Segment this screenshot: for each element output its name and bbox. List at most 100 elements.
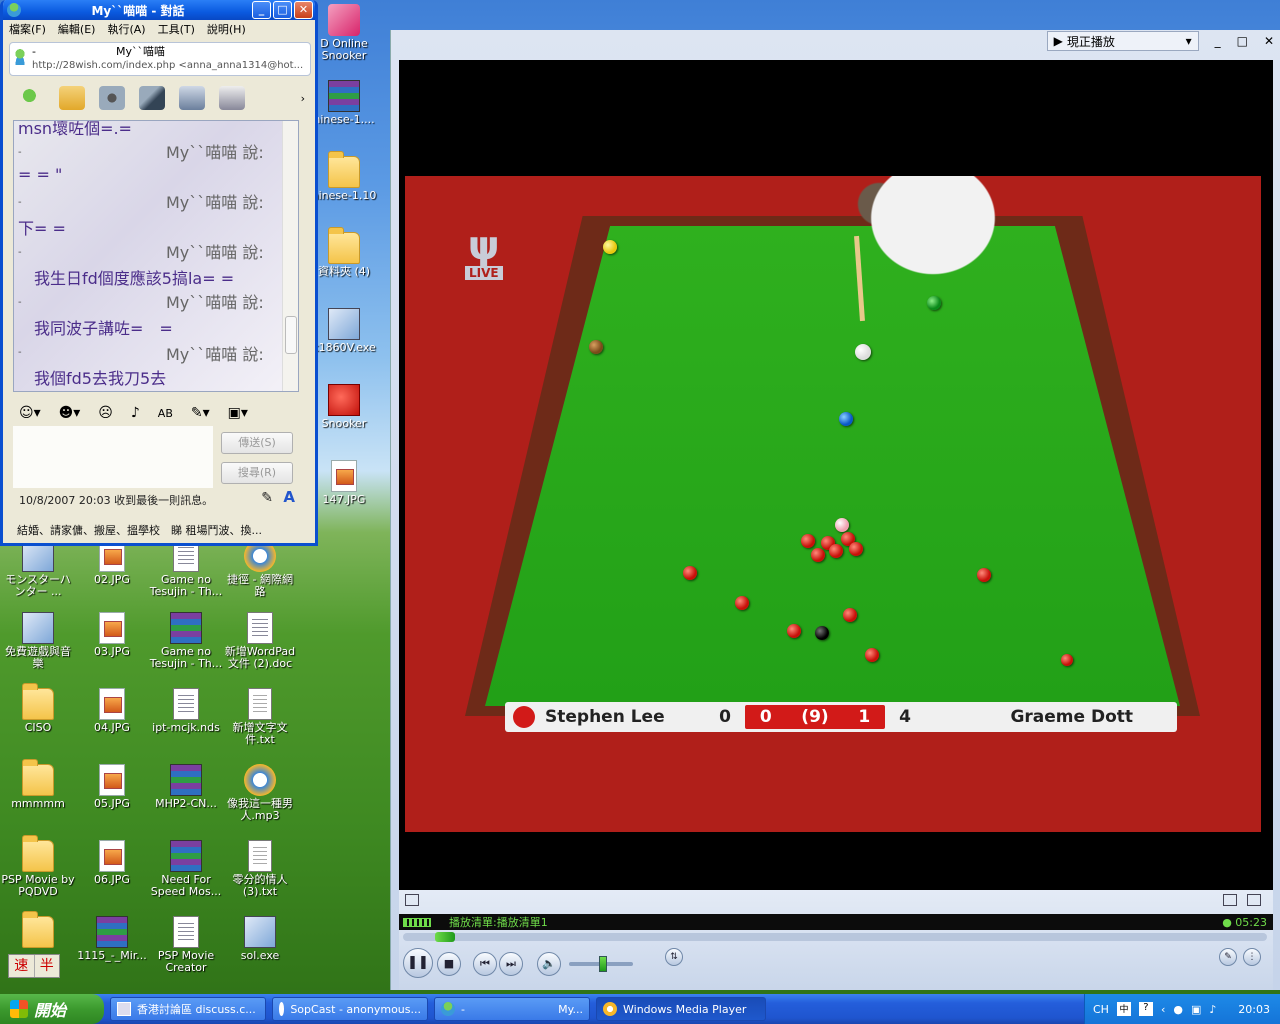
desktop-icon-game-no-tesujin-nds[interactable]: Game no Tesujin - Th... bbox=[148, 540, 224, 598]
desktop-icon-psp-movie-creator[interactable]: PSP Movie Creator bbox=[148, 916, 224, 974]
pink-ball bbox=[835, 518, 849, 532]
scrollbar-thumb[interactable] bbox=[285, 316, 297, 354]
wink-icon[interactable]: ☻▾ bbox=[59, 405, 81, 421]
stop-button[interactable]: ■ bbox=[437, 952, 461, 976]
mute-button[interactable]: 🔈 bbox=[537, 952, 561, 976]
winrar-archive-icon bbox=[96, 916, 128, 948]
language-indicator[interactable]: CH bbox=[1093, 1003, 1109, 1016]
help-icon[interactable]: ? bbox=[1138, 1002, 1153, 1016]
start-button[interactable]: 開始 bbox=[0, 994, 104, 1024]
taskbar-item-sopcast[interactable]: SopCast - anonymous... bbox=[272, 997, 428, 1021]
desktop-icon-06-jpg[interactable]: 06.JPG bbox=[74, 840, 150, 886]
conversation-history[interactable]: msn壞咗個=.= - My``喵喵 說: = = " - My``喵喵 說: … bbox=[13, 120, 299, 392]
now-playing-dropdown[interactable]: ▶ 現正播放 ▾ bbox=[1046, 31, 1199, 51]
desktop-icon-monster-hunter[interactable]: モンスターハンター ... bbox=[0, 540, 76, 598]
volume-slider[interactable] bbox=[569, 956, 633, 972]
seek-thumb[interactable] bbox=[435, 932, 455, 942]
desktop-icon-folder-bottom[interactable] bbox=[0, 911, 76, 950]
desktop-icon-03-jpg[interactable]: 03.JPG bbox=[74, 612, 150, 658]
games-icon[interactable] bbox=[219, 86, 245, 110]
desktop-icon-need-for-speed[interactable]: Need For Speed Mos... bbox=[148, 840, 224, 898]
status-bar: 播放清單:播放清單1 ● 05:23 bbox=[399, 914, 1273, 930]
desktop-icon-game-no-tesujin-rar[interactable]: Game no Tesujin - Th... bbox=[148, 612, 224, 670]
taskbar-item-discuss[interactable]: 香港討論區 discuss.c... bbox=[110, 997, 266, 1021]
settings-button[interactable]: ⋮ bbox=[1243, 948, 1261, 966]
maximize-button[interactable]: □ bbox=[273, 1, 292, 19]
activities-icon[interactable] bbox=[179, 86, 205, 110]
desktop-icon-free-games-music[interactable]: 免費遊戲與音樂 bbox=[0, 612, 76, 670]
buffer-indicator-icon bbox=[403, 917, 431, 927]
desktop-icon-mp3[interactable]: 像我這一種男人.mp3 bbox=[222, 764, 298, 822]
menu-edit[interactable]: 編輯(E) bbox=[58, 21, 96, 37]
nudge-icon[interactable]: ☹ bbox=[98, 405, 113, 421]
font-a-icon[interactable]: A bbox=[283, 488, 295, 506]
tray-arrow-icon[interactable]: ‹ bbox=[1161, 1003, 1165, 1016]
menu-tools[interactable]: 工具(T) bbox=[158, 21, 195, 37]
wmp-maximize-button[interactable]: □ bbox=[1237, 34, 1248, 48]
background-brush-icon[interactable]: ✎▾ bbox=[191, 405, 210, 421]
menu-file[interactable]: 檔案(F) bbox=[9, 21, 46, 37]
taskbar-item-messenger[interactable]: - My... bbox=[434, 997, 590, 1021]
enhancements-button[interactable]: ✎ bbox=[1219, 948, 1237, 966]
minimize-button[interactable]: _ bbox=[252, 1, 271, 19]
menu-help[interactable]: 說明(H) bbox=[207, 21, 246, 37]
desktop-icon-05-jpg[interactable]: 05.JPG bbox=[74, 764, 150, 810]
desktop-icon-mhp2-cn[interactable]: MHP2-CN... bbox=[148, 764, 224, 810]
send-button[interactable]: 傳送(S) bbox=[221, 432, 293, 454]
ime-mode-button[interactable]: 速 bbox=[9, 955, 35, 977]
desktop-icon-sol-exe[interactable]: sol.exe bbox=[222, 916, 298, 962]
desktop-icon-internet-shortcut[interactable]: 捷徑 - 網際網路 bbox=[222, 540, 298, 598]
taskbar-item-wmp[interactable]: Windows Media Player bbox=[596, 997, 766, 1021]
message-input[interactable] bbox=[13, 426, 213, 488]
desktop-icon-04-jpg[interactable]: 04.JPG bbox=[74, 688, 150, 734]
desktop-icon-mmmmm[interactable]: mmmmm bbox=[0, 759, 76, 810]
messenger-tray-icon[interactable]: ● bbox=[1173, 1003, 1183, 1016]
phone-call-icon[interactable] bbox=[139, 86, 165, 110]
send-files-icon[interactable] bbox=[59, 86, 85, 110]
messenger-window[interactable]: My``喵喵 - 對話 _ □ ✕ 檔案(F) 編輯(E) 執行(A) 工具(T… bbox=[0, 0, 318, 546]
shuffle-button[interactable]: ⇅ bbox=[665, 948, 683, 966]
emoticon-icon[interactable]: ☺▾ bbox=[19, 405, 41, 421]
ime-width-button[interactable]: 半 bbox=[35, 955, 60, 977]
wmp-minimize-button[interactable]: _ bbox=[1215, 34, 1221, 48]
invite-contact-icon[interactable] bbox=[19, 86, 45, 110]
network-tray-icon[interactable]: ▣ bbox=[1191, 1003, 1201, 1016]
wmp-close-button[interactable]: ✕ bbox=[1264, 34, 1274, 48]
media-player-window[interactable]: ▶ 現正播放 ▾ _ □ ✕ ψ LIVE Stephen Lee 0 0 (9… bbox=[390, 30, 1280, 990]
desktop-icon-ciso[interactable]: CISO bbox=[0, 683, 76, 734]
desktop-icon-wordpad-doc[interactable]: 新增WordPad 文件 (2).doc bbox=[222, 612, 298, 670]
skin-mode-icon[interactable] bbox=[1247, 894, 1261, 906]
desktop-icon-psp-movie-pqdvd[interactable]: PSP Movie by PQDVD bbox=[0, 835, 76, 898]
menu-actions[interactable]: 執行(A) bbox=[107, 21, 145, 37]
search-button[interactable]: 搜尋(R) bbox=[221, 462, 293, 484]
previous-button[interactable]: ⏮ bbox=[473, 952, 497, 976]
message-speaker: My``喵喵 說: bbox=[166, 345, 264, 364]
color-icon[interactable]: ▣▾ bbox=[228, 405, 248, 421]
video-area[interactable]: ψ LIVE Stephen Lee 0 0 (9) 1 4 Graeme Do… bbox=[399, 60, 1273, 890]
desktop-icon-new-text-file[interactable]: 新增文字文件.txt bbox=[222, 688, 298, 746]
volume-tray-icon[interactable]: ♪ bbox=[1209, 1003, 1216, 1016]
toolbar-more-arrow-icon[interactable]: › bbox=[301, 92, 311, 105]
formatting-toolbar: ☺▾ ☻▾ ☹ ♪ AB ✎▾ ▣▾ bbox=[19, 402, 309, 424]
ime-toolbar[interactable]: 速 半 bbox=[8, 954, 60, 978]
red-ball bbox=[849, 542, 863, 556]
conversation-scrollbar[interactable] bbox=[282, 121, 298, 391]
ad-banner[interactable]: 結婚、請家傭、搬屋、搵學校 睇 租場鬥波、換... bbox=[17, 522, 307, 538]
desktop-icon-ipt-mcjk-nds[interactable]: ipt-mcjk.nds bbox=[148, 688, 224, 734]
font-icon[interactable]: AB bbox=[158, 407, 173, 420]
close-button[interactable]: ✕ bbox=[294, 1, 313, 19]
full-screen-icon[interactable] bbox=[405, 894, 419, 906]
seek-bar[interactable] bbox=[403, 932, 1267, 942]
webcam-icon[interactable] bbox=[99, 86, 125, 110]
desktop-icon-02-jpg[interactable]: 02.JPG bbox=[74, 540, 150, 586]
ime-icon[interactable]: 中 bbox=[1116, 1002, 1131, 1016]
pause-button[interactable]: ❚❚ bbox=[403, 948, 433, 978]
volume-thumb[interactable] bbox=[599, 956, 607, 972]
desktop-icon-1115-mir[interactable]: 1115_-_Mir... bbox=[74, 916, 150, 962]
next-button[interactable]: ⏭ bbox=[499, 952, 523, 976]
compact-mode-icon[interactable] bbox=[1223, 894, 1237, 906]
messenger-titlebar[interactable]: My``喵喵 - 對話 _ □ ✕ bbox=[3, 0, 315, 20]
pen-icon[interactable]: ✎ bbox=[261, 490, 273, 506]
voice-clip-icon[interactable]: ♪ bbox=[131, 405, 140, 421]
desktop-icon-txt-3[interactable]: 零分的情人 (3).txt bbox=[222, 840, 298, 898]
